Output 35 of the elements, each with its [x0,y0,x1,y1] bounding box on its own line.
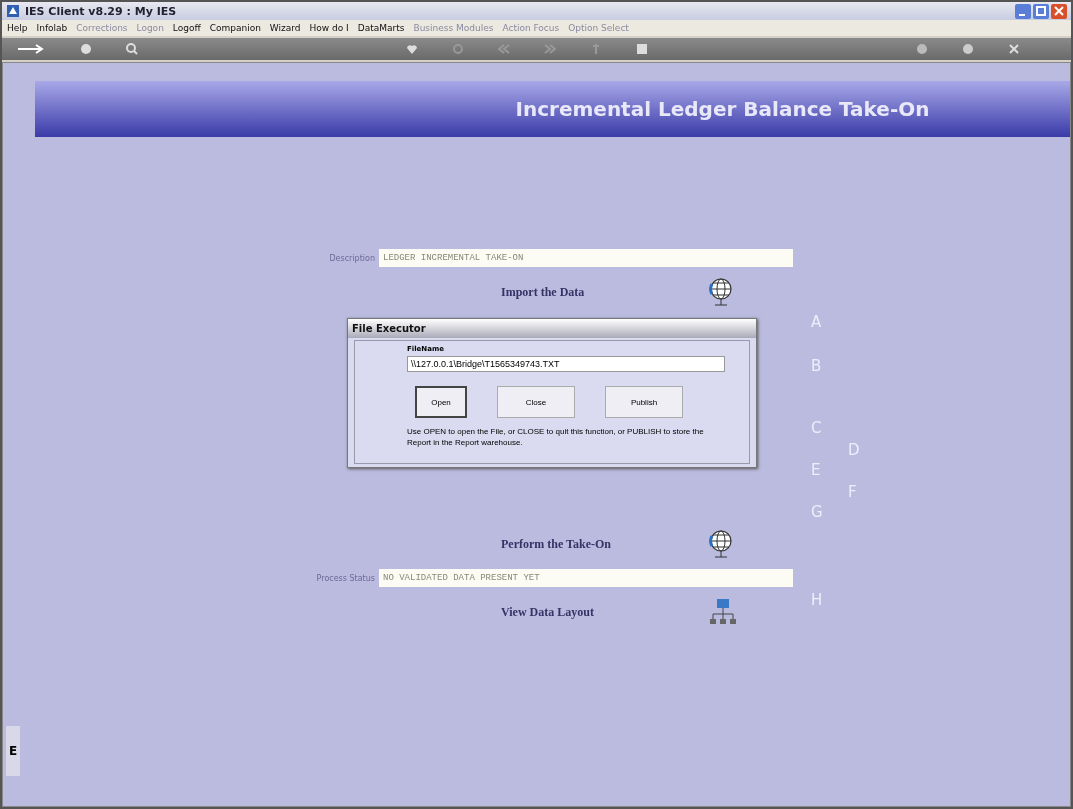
close-icon[interactable] [1008,43,1020,55]
input-field[interactable]: LEDGER INCREMENTAL TAKE-ON [379,249,793,267]
menu-item[interactable]: Wizard [269,23,301,33]
maximize-button[interactable] [1033,3,1049,19]
hint-text: Use OPEN to open the File, or CLOSE to quit this function, or PUBLISH to store the Report in the Report warehouse. [407,426,705,448]
dialog-button[interactable]: Close [497,386,575,418]
network-icon[interactable] [708,597,738,627]
heart-icon[interactable] [406,43,418,55]
square-icon[interactable] [636,43,648,55]
side-tab[interactable]: E [6,726,20,776]
globe-icon[interactable] [708,529,734,559]
menu-item[interactable]: Logoff [172,23,201,33]
menu-item[interactable]: Infolab [36,23,68,33]
dialog-title: File Executor [348,319,756,338]
minimize-button[interactable] [1015,3,1031,19]
dialog-button[interactable]: Open [415,386,467,418]
menu-item[interactable]: Companion [209,23,261,33]
page-title: Incremental Ledger Balance Take-On [515,97,930,121]
search-icon[interactable] [126,43,138,55]
action-label[interactable]: Import the Data [501,284,585,300]
menu-item[interactable]: Help [7,23,28,33]
window-title: IES Client v8.29 : My IES [25,4,177,18]
close-button[interactable] [1051,3,1067,19]
dialog-button[interactable]: Publish [605,386,683,418]
action-label[interactable]: Perform the Take-On [501,536,611,552]
action-label[interactable]: View Data Layout [501,604,594,620]
menu-item[interactable]: DataMarts [357,23,405,33]
field-label: Description [328,253,375,263]
field-label: Process Status [315,573,375,583]
globe-icon[interactable] [708,277,734,307]
app-icon [6,4,20,18]
filename-field[interactable]: \\127.0.0.1\Bridge\T1565349743.TXT [407,356,725,372]
menu-item[interactable]: How do I [309,23,349,33]
arrow-icon[interactable] [16,43,46,55]
input-field[interactable]: NO VALIDATED DATA PRESENT YET [379,569,793,587]
